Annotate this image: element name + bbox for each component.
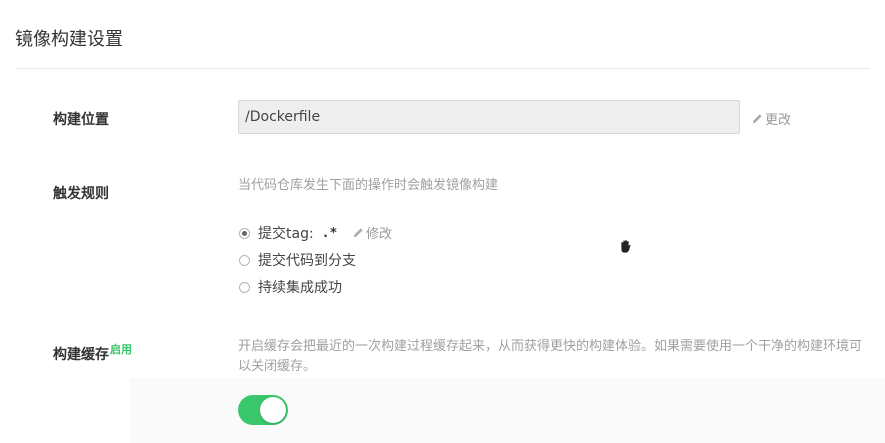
radio-option-tag[interactable]: 提交tag: .* [239, 223, 337, 243]
pencil-icon [353, 228, 363, 238]
section-divider [15, 68, 870, 69]
build-cache-help: 开启缓存会把最近的一次构建过程缓存起来，从而获得更快的构建体验。如果需要使用一个… [238, 339, 863, 374]
build-cache-toggle[interactable] [238, 395, 288, 425]
radio-button[interactable] [239, 281, 250, 293]
radio-option-ci-success[interactable]: 持续集成成功 [239, 277, 342, 297]
build-cache-label: 构建缓存启用 [53, 343, 132, 364]
build-location-label: 构建位置 [53, 112, 109, 128]
radio-option-ci-success-label: 持续集成成功 [258, 280, 342, 296]
trigger-rules-label: 触发规则 [53, 186, 109, 202]
cache-enabled-badge: 启用 [110, 343, 132, 356]
hand-cursor-icon [620, 239, 632, 254]
radio-option-branch[interactable]: 提交代码到分支 [239, 250, 356, 270]
tag-pattern-value: .* [321, 225, 338, 241]
build-cache-label-text: 构建缓存 [53, 347, 109, 363]
pencil-icon [752, 114, 762, 124]
change-path-link[interactable]: 更改 [752, 109, 791, 128]
dockerfile-path-field[interactable]: /Dockerfile [238, 100, 740, 134]
section-title: 镜像构建设置 [15, 29, 123, 50]
trigger-rules-help: 当代码仓库发生下面的操作时会触发镜像构建 [238, 178, 499, 193]
modify-tag-pattern-link[interactable]: 修改 [353, 223, 392, 242]
radio-button-selected[interactable] [239, 227, 250, 239]
radio-button[interactable] [239, 254, 250, 266]
image-build-settings-page: 镜像构建设置 构建位置 /Dockerfile 更改 触发规则 当代码仓库发生下… [0, 0, 885, 443]
modify-tag-pattern-label: 修改 [366, 227, 393, 242]
toggle-knob [260, 397, 286, 423]
radio-option-branch-label: 提交代码到分支 [258, 253, 356, 269]
radio-option-tag-label: 提交tag: [258, 226, 314, 242]
change-path-label: 更改 [765, 113, 792, 128]
